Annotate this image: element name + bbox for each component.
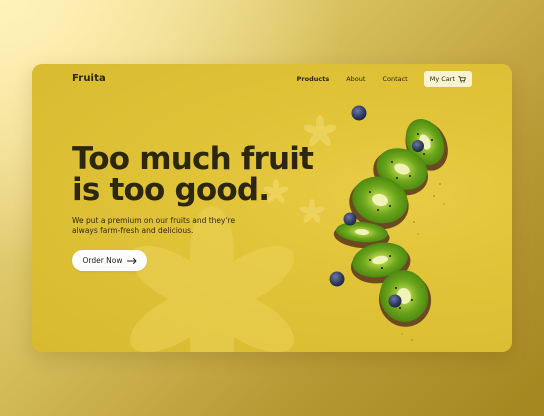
hero-card: Fruita Products About Contact My Cart To… xyxy=(32,64,512,352)
kiwi-illustration xyxy=(329,105,448,341)
